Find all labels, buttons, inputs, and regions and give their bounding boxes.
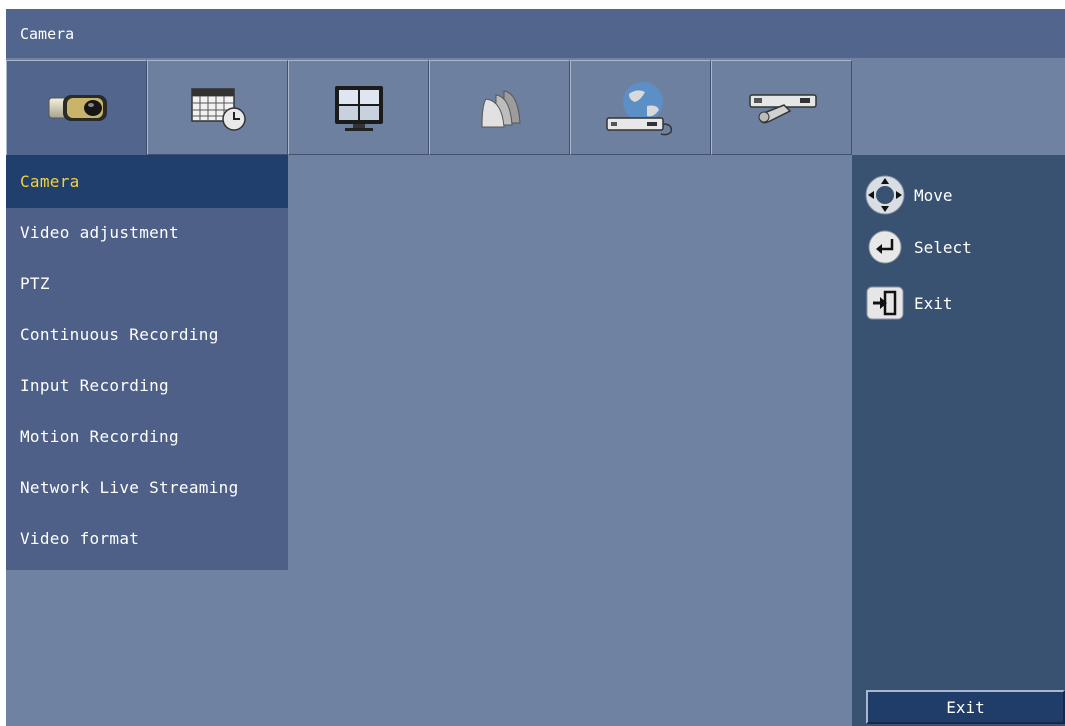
menu-item-label: Camera	[20, 172, 80, 191]
hint-exit: Exit	[860, 283, 953, 323]
tab-monitor[interactable]	[288, 60, 429, 155]
exit-button[interactable]: Exit	[866, 690, 1065, 724]
submenu-list: Camera Video adjustment PTZ Continuous R…	[6, 155, 288, 570]
tab-schedule[interactable]	[147, 60, 288, 155]
tab-network[interactable]	[570, 60, 711, 155]
hint-select-label: Select	[914, 237, 972, 257]
menu-item-camera[interactable]: Camera	[6, 155, 288, 208]
tab-events[interactable]	[429, 60, 570, 155]
exit-button-label: Exit	[946, 697, 985, 717]
tab-system[interactable]	[711, 60, 852, 155]
help-panel: Move Select Exit Exit	[852, 155, 1065, 726]
menu-item-video-adjustment[interactable]: Video adjustment	[6, 206, 288, 259]
menu-item-video-format[interactable]: Video format	[6, 512, 288, 565]
direction-pad-icon	[865, 175, 905, 215]
title-bar: Camera	[6, 9, 1065, 58]
monitor-icon	[334, 85, 383, 131]
category-tab-bar	[6, 60, 852, 155]
schedule-calendar-icon	[190, 87, 246, 131]
hint-exit-label: Exit	[914, 293, 953, 313]
camera-icon	[48, 95, 107, 121]
menu-item-label: Network Live Streaming	[20, 478, 239, 497]
menu-item-input-recording[interactable]: Input Recording	[6, 359, 288, 412]
menu-item-label: Video adjustment	[20, 223, 179, 242]
hint-move: Move	[860, 175, 953, 215]
hint-move-label: Move	[914, 185, 953, 205]
menu-item-motion-recording[interactable]: Motion Recording	[6, 410, 288, 463]
menu-item-label: Continuous Recording	[20, 325, 219, 344]
menu-item-label: Input Recording	[20, 376, 169, 395]
window-title: Camera	[20, 24, 75, 43]
menu-item-network-live-streaming[interactable]: Network Live Streaming	[6, 461, 288, 514]
menu-item-continuous-recording[interactable]: Continuous Recording	[6, 308, 288, 361]
menu-item-ptz[interactable]: PTZ	[6, 257, 288, 310]
hint-select: Select	[860, 227, 972, 267]
menu-item-label: Video format	[20, 529, 140, 548]
camera-menu-window: Camera Camera Video adjustment PTZ Conti…	[6, 9, 1065, 726]
tab-camera[interactable]	[6, 60, 147, 155]
enter-key-icon	[868, 230, 902, 264]
system-tools-icon	[748, 93, 817, 123]
network-globe-icon	[605, 81, 672, 135]
events-stack-icon	[480, 89, 521, 127]
menu-item-label: PTZ	[20, 274, 50, 293]
menu-item-label: Motion Recording	[20, 427, 179, 446]
exit-door-icon	[866, 286, 904, 320]
